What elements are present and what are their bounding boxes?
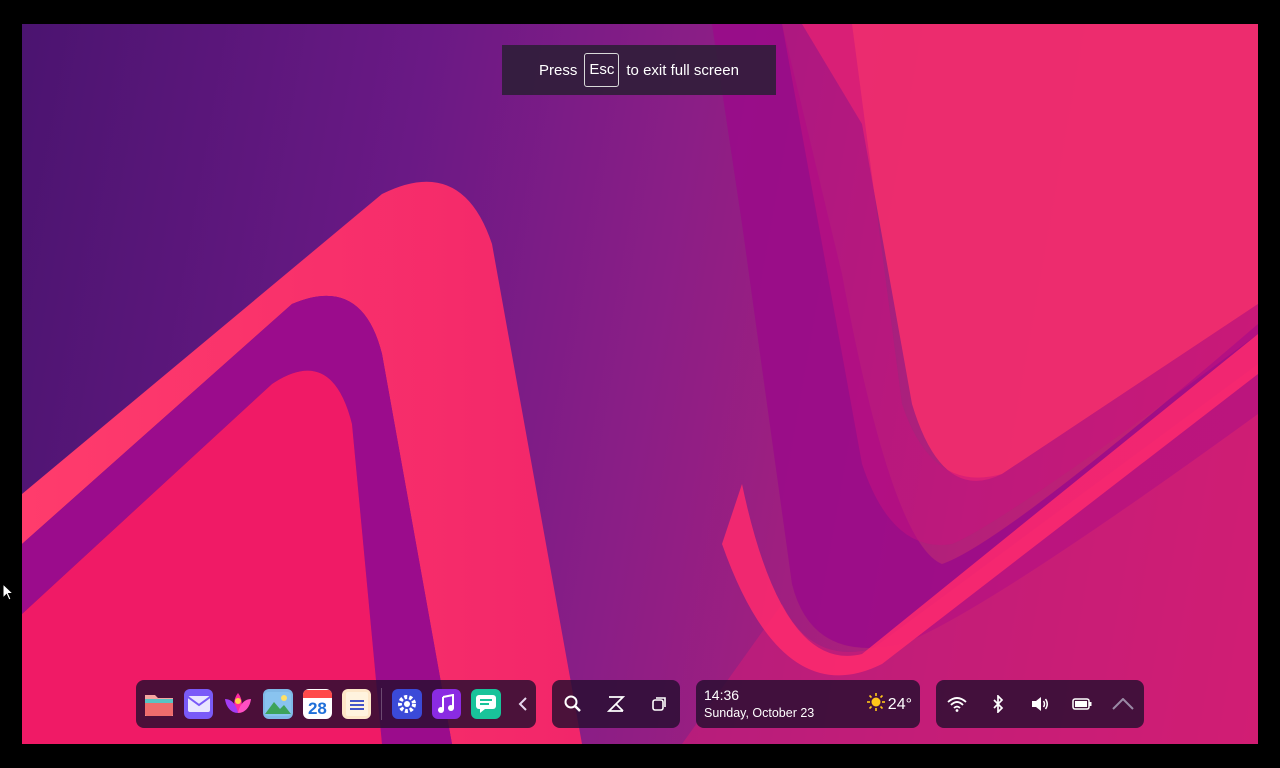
desktop: Press Esc to exit full screen 28 14:36 S… [22,24,1258,744]
mouse-cursor-icon [2,582,15,606]
weather-temp: 24° [887,695,912,713]
volume-icon[interactable] [1027,691,1053,717]
notes-app-icon[interactable] [342,689,372,719]
weather-widget[interactable]: 24° [866,693,912,716]
music-app-icon[interactable] [431,689,462,719]
chevron-up-icon[interactable] [1110,691,1136,717]
clock-widget[interactable]: 14:36 Sunday, October 23 24° [696,680,920,728]
calendar-app-icon[interactable]: 28 [302,689,333,719]
photos-app-icon[interactable] [263,689,293,719]
collapse-chevron-left-icon[interactable] [511,691,536,717]
search-icon[interactable] [560,691,586,717]
banner-suffix: to exit full screen [626,61,739,79]
clock-date: Sunday, October 23 [704,706,815,720]
files-app-icon[interactable] [144,689,174,719]
lotus-app-icon[interactable] [223,689,253,719]
esc-key-label: Esc [584,53,620,87]
system-tray [936,680,1144,728]
action-group [552,680,680,728]
calendar-day: 28 [307,698,327,718]
chat-app-icon[interactable] [471,689,501,719]
sun-icon [866,693,885,716]
fullscreen-banner: Press Esc to exit full screen [502,45,776,95]
mail-app-icon[interactable] [184,689,214,719]
banner-prefix: Press [539,61,578,79]
widgets-icon[interactable] [603,691,629,717]
calendar-header [302,689,333,698]
battery-icon[interactable] [1069,691,1095,717]
task-view-icon[interactable] [646,691,672,717]
app-dock: 28 [136,680,536,728]
wifi-icon[interactable] [944,691,970,717]
dock-separator [381,688,383,720]
bluetooth-icon[interactable] [985,691,1011,717]
clock-time: 14:36 [704,687,740,703]
settings-app-icon[interactable] [392,689,422,719]
wallpaper [22,24,1258,744]
